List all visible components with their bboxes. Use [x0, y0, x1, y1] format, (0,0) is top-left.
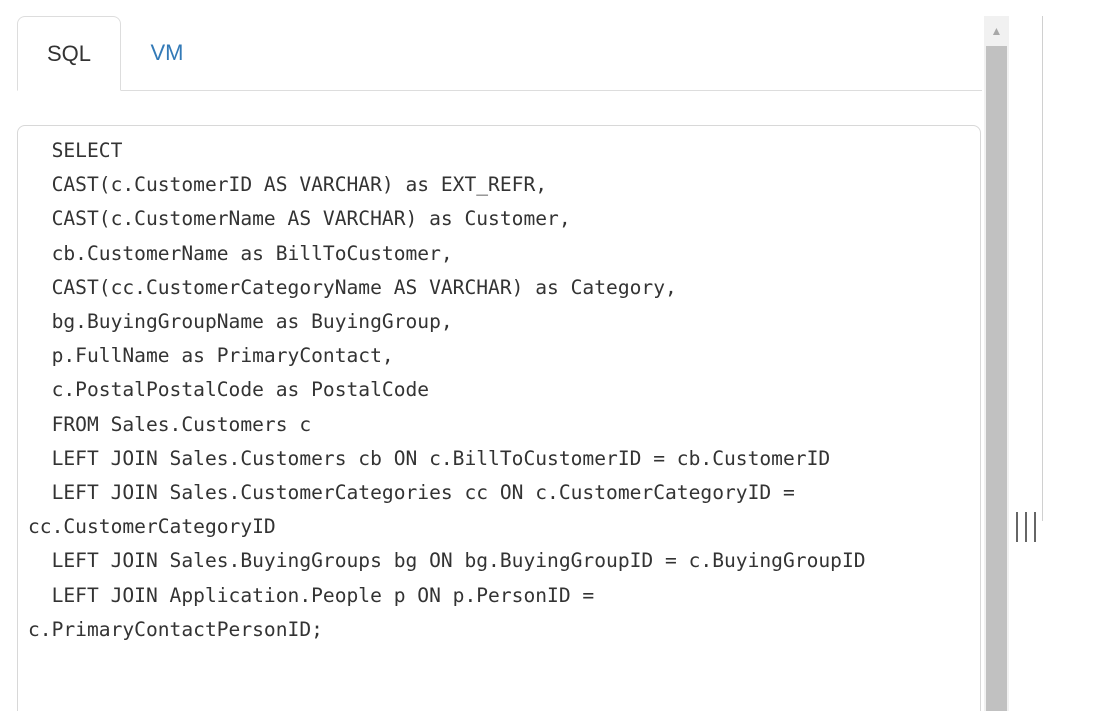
sql-viewer-window: SQL VM SELECT CAST(c.CustomerID AS VARCH… — [0, 0, 1110, 711]
code-line: CAST(c.CustomerID AS VARCHAR) as EXT_REF… — [28, 173, 548, 197]
vertical-scrollbar[interactable]: ▲ — [984, 16, 1009, 711]
scrollbar-thumb[interactable] — [986, 46, 1007, 711]
sql-code-panel[interactable]: SELECT CAST(c.CustomerID AS VARCHAR) as … — [17, 125, 981, 711]
tab-vm[interactable]: VM — [121, 16, 213, 89]
code-line: bg.BuyingGroupName as BuyingGroup, — [28, 310, 453, 334]
code-line: cb.CustomerName as BillToCustomer, — [28, 241, 453, 265]
code-line: LEFT JOIN Application.People p ON p.Pers… — [28, 583, 595, 607]
code-line: CAST(c.CustomerName AS VARCHAR) as Custo… — [28, 207, 571, 231]
code-line: LEFT JOIN Sales.BuyingGroups bg ON bg.Bu… — [28, 549, 866, 573]
panel-divider — [1042, 16, 1043, 521]
code-line: SELECT — [28, 139, 123, 162]
tab-bar: SQL VM — [17, 16, 982, 91]
code-line: cc.CustomerCategoryID — [28, 515, 276, 539]
tab-sql[interactable]: SQL — [17, 16, 121, 91]
code-line: LEFT JOIN Sales.CustomerCategories cc ON… — [28, 481, 795, 505]
scroll-up-arrow-icon[interactable]: ▲ — [984, 16, 1009, 46]
code-line: p.FullName as PrimaryContact, — [28, 344, 394, 368]
code-line: LEFT JOIN Sales.Customers cb ON c.BillTo… — [28, 446, 831, 470]
code-line: CAST(cc.CustomerCategoryName AS VARCHAR)… — [28, 275, 677, 299]
code-line: c.PostalPostalCode as PostalCode — [28, 378, 430, 402]
code-line: FROM Sales.Customers c — [28, 412, 312, 436]
sql-code: SELECT CAST(c.CustomerID AS VARCHAR) as … — [28, 134, 866, 647]
code-line: c.PrimaryContactPersonID; — [28, 617, 323, 641]
splitter-grip-icon[interactable] — [1016, 512, 1036, 542]
